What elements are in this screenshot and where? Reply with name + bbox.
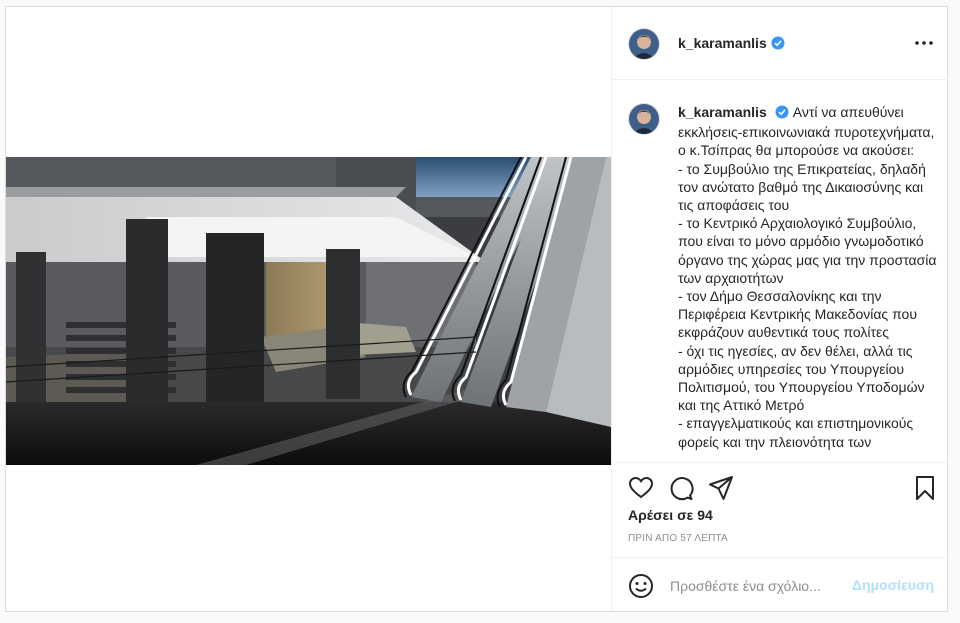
post-photo[interactable]	[6, 157, 611, 465]
verified-badge-icon	[771, 36, 785, 55]
more-options-icon[interactable]	[912, 33, 936, 53]
avatar[interactable]	[628, 28, 660, 60]
caption-username[interactable]: k_karamanlis	[678, 104, 767, 120]
emoji-icon[interactable]	[628, 573, 654, 599]
username-link[interactable]: k_karamanlis	[678, 35, 767, 51]
comments-area[interactable]: k_karamanlis Αντί να απευθύνει εκκλήσεις-…	[612, 81, 948, 461]
heart-icon[interactable]	[628, 475, 654, 501]
action-bar	[612, 462, 948, 506]
caption-text: Αντί να απευθύνει εκκλήσεις-επικοινωνιακ…	[678, 104, 937, 450]
post-timestamp[interactable]: ΠΡΙΝ ΑΠΟ 57 ΛΕΠΤΑ	[628, 533, 728, 544]
instagram-post: k_karamanlis k_karamanlis Αντί να απευθύν…	[5, 6, 948, 612]
metro-station-render	[6, 157, 611, 465]
bookmark-icon[interactable]	[912, 475, 938, 501]
comment-icon[interactable]	[668, 475, 694, 501]
profile-photo-icon	[629, 104, 659, 134]
post-media	[6, 7, 611, 611]
post-header: k_karamanlis	[612, 7, 948, 80]
post-sidebar: k_karamanlis k_karamanlis Αντί να απευθύν…	[611, 7, 948, 611]
verified-badge-icon	[775, 105, 789, 123]
comment-input[interactable]	[668, 575, 852, 597]
share-icon[interactable]	[708, 475, 734, 501]
post-comment-button[interactable]: Δημοσίευση	[852, 577, 934, 593]
header-user: k_karamanlis	[678, 35, 785, 55]
add-comment-bar: Δημοσίευση	[612, 557, 948, 611]
likes-count[interactable]: Αρέσει σε 94	[628, 507, 713, 523]
post-caption: k_karamanlis Αντί να απευθύνει εκκλήσεις-…	[678, 103, 940, 451]
profile-photo-icon	[629, 29, 659, 59]
caption-avatar[interactable]	[628, 103, 660, 135]
